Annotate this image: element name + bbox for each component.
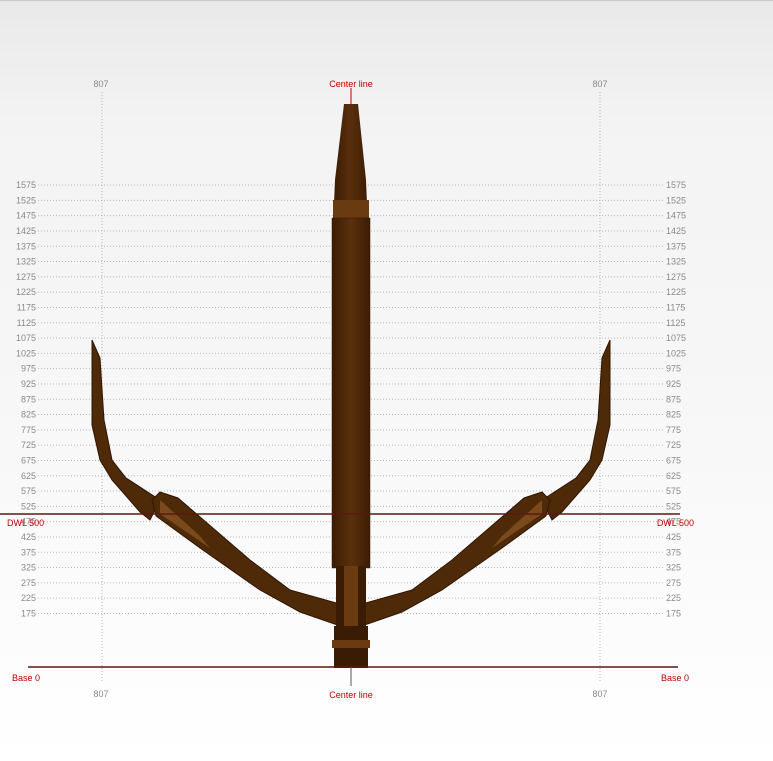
waterline-label-right-775: 775	[666, 425, 681, 435]
waterline-label-left-1175: 1175	[17, 302, 36, 312]
waterline-label-left-925: 925	[21, 379, 36, 389]
waterline-label-left-1425: 1425	[16, 226, 36, 236]
left-arm-inner	[151, 491, 347, 629]
waterline-label-left-1375: 1375	[16, 241, 36, 251]
waterline-label-left-1075: 1075	[16, 333, 36, 343]
waterline-label-right-1575: 1575	[666, 180, 686, 190]
waterline-label-right-1025: 1025	[666, 348, 686, 358]
waterline-label-right-1225: 1225	[666, 287, 686, 297]
waterline-label-right-1425: 1425	[666, 226, 686, 236]
center-line-label-top: Center line	[329, 79, 373, 89]
waterline-label-right-1175: 1175	[666, 302, 685, 312]
waterline-label-right-175: 175	[666, 608, 681, 618]
waterline-label-left-1575: 1575	[16, 180, 36, 190]
waterline-label-left-1125: 1125	[17, 318, 36, 328]
waterline-label-left-625: 625	[21, 471, 36, 481]
waterline-label-left-1475: 1475	[16, 211, 36, 221]
waterline-label-right-825: 825	[666, 410, 681, 420]
waterline-label-left-375: 375	[21, 547, 36, 557]
waterline-label-right-575: 575	[666, 486, 681, 496]
waterline-label-left-1525: 1525	[16, 195, 36, 205]
shaft-main	[331, 217, 371, 569]
shaft-lower-highlight	[344, 566, 358, 626]
waterline-label-right-375: 375	[666, 547, 681, 557]
shaft-tip	[334, 104, 367, 204]
waterline-label-right-325: 325	[666, 563, 681, 573]
waterline-label-left-1025: 1025	[16, 348, 36, 358]
station-label-top-left: 807	[93, 79, 108, 89]
waterline-label-left-1325: 1325	[16, 257, 36, 267]
waterline-label-right-1475: 1475	[666, 211, 686, 221]
waterline-label-right-1125: 1125	[666, 318, 685, 328]
station-label-bottom-left: 807	[93, 689, 108, 699]
waterline-label-left-825: 825	[21, 410, 36, 420]
waterline-label-left-425: 425	[21, 532, 36, 542]
waterline-label-right-875: 875	[666, 394, 681, 404]
station-label-top-right: 807	[592, 79, 607, 89]
waterline-label-left-775: 775	[21, 425, 36, 435]
waterline-label-left-175: 175	[21, 608, 36, 618]
dwl-label-right: DWL 500	[657, 518, 694, 528]
waterline-label-right-925: 925	[666, 379, 681, 389]
waterline-label-right-1275: 1275	[666, 272, 686, 282]
waterline-label-left-575: 575	[21, 486, 36, 496]
waterline-label-left-675: 675	[21, 455, 36, 465]
waterline-label-right-425: 425	[666, 532, 681, 542]
waterline-label-left-325: 325	[21, 563, 36, 573]
shaft-foot-ring	[332, 640, 370, 648]
waterline-label-left-1275: 1275	[16, 272, 36, 282]
waterline-label-right-625: 625	[666, 471, 681, 481]
hull-sections	[91, 104, 611, 668]
waterline-label-right-675: 675	[666, 455, 681, 465]
waterline-label-left-1225: 1225	[16, 287, 36, 297]
waterline-label-right-975: 975	[666, 364, 681, 374]
waterline-label-right-225: 225	[666, 593, 681, 603]
body-plan-view: 1575 1575 1525 1525 1475 1475 1425 1425 1375 1375…	[0, 0, 773, 761]
waterline-label-left-225: 225	[21, 593, 36, 603]
station-label-bottom-right: 807	[592, 689, 607, 699]
shaft-collar	[333, 200, 369, 220]
base-label-left: Base 0	[12, 673, 40, 683]
waterline-label-right-1375: 1375	[666, 241, 686, 251]
dwl-label-left: DWL 500	[7, 518, 44, 528]
waterline-label-right-725: 725	[666, 440, 681, 450]
waterline-label-right-1325: 1325	[666, 257, 686, 267]
right-arm-inner	[355, 491, 551, 629]
waterline-label-right-525: 525	[666, 501, 681, 511]
waterline-label-right-1525: 1525	[666, 195, 686, 205]
base-label-right: Base 0	[661, 673, 689, 683]
center-line-label-bottom: Center line	[329, 690, 373, 700]
waterline-label-left-525: 525	[21, 501, 36, 511]
body-plan-canvas: 1575 1575 1525 1525 1475 1475 1425 1425 1375 1375…	[0, 79, 694, 700]
waterline-label-left-975: 975	[21, 364, 36, 374]
waterline-label-right-1075: 1075	[666, 333, 686, 343]
waterline-label-left-275: 275	[21, 578, 36, 588]
waterline-label-left-725: 725	[21, 440, 36, 450]
waterline-label-right-275: 275	[666, 578, 681, 588]
waterline-label-left-875: 875	[21, 394, 36, 404]
